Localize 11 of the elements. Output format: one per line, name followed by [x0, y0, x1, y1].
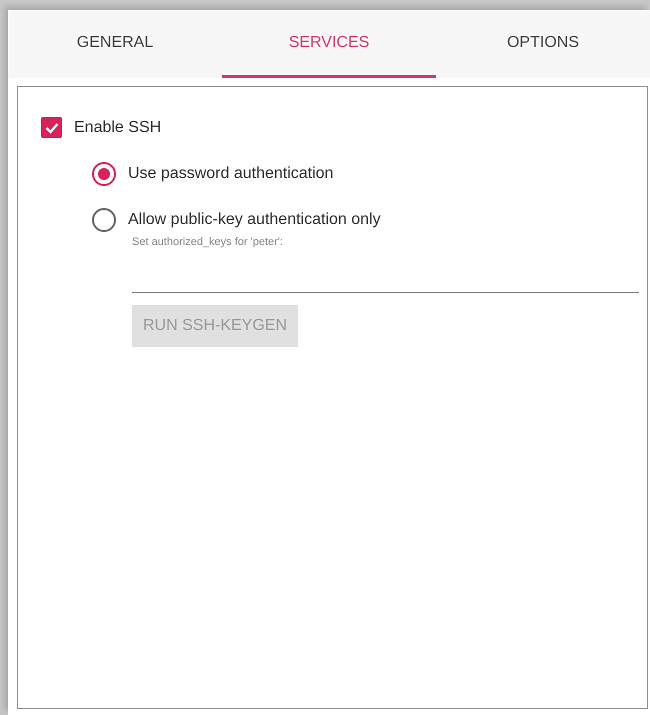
- checkbox[interactable]: [41, 117, 62, 138]
- check-icon: [44, 122, 58, 134]
- radio-button[interactable]: [92, 208, 116, 232]
- tab[interactable]: OPTIONS: [436, 10, 650, 78]
- radio-label: Use password authentication: [128, 165, 334, 183]
- radio-label: Allow public-key authentication only: [128, 211, 381, 229]
- tab[interactable]: GENERAL: [8, 10, 222, 78]
- checkbox-label: Enable SSH: [74, 118, 162, 136]
- tab[interactable]: SERVICES: [222, 10, 436, 78]
- field-label: Set authorized_keys for 'peter':: [132, 236, 284, 248]
- radio-button[interactable]: [92, 162, 116, 186]
